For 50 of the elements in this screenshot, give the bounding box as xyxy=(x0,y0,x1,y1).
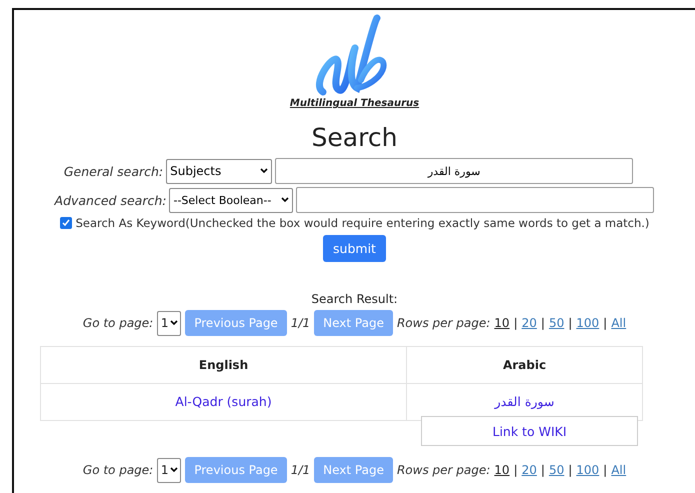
logo-caption: Multilingual Thesaurus xyxy=(290,98,420,109)
rows-option-link[interactable]: 50 xyxy=(548,463,564,477)
page-select[interactable]: 1 xyxy=(157,458,182,482)
go-to-page-label: Go to page: xyxy=(82,316,154,330)
result-link[interactable]: Al-Qadr (surah) xyxy=(41,384,407,420)
page-count: 1/1 xyxy=(290,316,310,330)
wiki-link-tooltip[interactable]: Link to WIKI xyxy=(421,416,638,446)
caret-icon xyxy=(260,168,268,174)
go-to-page-label: Go to page: xyxy=(82,463,154,477)
boolean-select[interactable]: --Select Boolean-- xyxy=(169,188,294,212)
rows-option-link[interactable]: 20 xyxy=(522,463,537,477)
advanced-search-input[interactable] xyxy=(296,187,654,213)
separator: | xyxy=(603,316,608,330)
page-title: Search xyxy=(312,123,398,152)
rows-option-link[interactable]: 10 xyxy=(494,316,510,330)
general-search-label: General search: xyxy=(64,164,164,178)
rows-option-link[interactable]: All xyxy=(611,463,626,477)
rows-per-page-label: Rows per page: xyxy=(396,316,490,330)
next-page-button[interactable]: Next Page xyxy=(314,457,393,483)
caret-icon xyxy=(170,467,178,473)
keyword-checkbox[interactable] xyxy=(60,217,72,229)
rows-option-link[interactable]: 100 xyxy=(576,316,600,330)
column-header: English xyxy=(41,347,407,384)
page-select[interactable]: 1 xyxy=(157,310,182,336)
keyword-label: Search As Keyword(Unchecked the box would require entering exactly same words to get a match.) xyxy=(76,216,650,230)
search-result-heading: Search Result: xyxy=(311,292,398,306)
separator: | xyxy=(514,463,518,477)
subject-select[interactable]: Subjects xyxy=(166,158,272,184)
caret-icon xyxy=(281,197,290,203)
previous-page-button[interactable]: Previous Page xyxy=(185,457,287,483)
separator: | xyxy=(514,316,518,330)
separator: | xyxy=(568,463,572,477)
column-header: Arabic xyxy=(407,347,642,384)
rows-option-link[interactable]: 20 xyxy=(522,316,537,330)
search-input[interactable]: سورة القدر xyxy=(275,158,634,184)
advanced-search-label: Advanced search: xyxy=(54,192,166,208)
separator: | xyxy=(568,316,572,330)
page-count: 1/1 xyxy=(290,463,310,477)
separator: | xyxy=(540,316,545,330)
rows-option-link[interactable]: 50 xyxy=(548,316,564,330)
rows-option-link[interactable]: 10 xyxy=(494,463,510,477)
caret-icon xyxy=(170,320,178,326)
separator: | xyxy=(603,463,608,477)
separator: | xyxy=(540,463,545,477)
rows-option-link[interactable]: All xyxy=(611,316,626,330)
next-page-button[interactable]: Next Page xyxy=(314,310,393,336)
previous-page-button[interactable]: Previous Page xyxy=(185,310,287,336)
rows-per-page-label: Rows per page: xyxy=(396,463,490,477)
rows-option-link[interactable]: 100 xyxy=(576,463,600,477)
submit-button[interactable]: submit xyxy=(323,235,386,262)
